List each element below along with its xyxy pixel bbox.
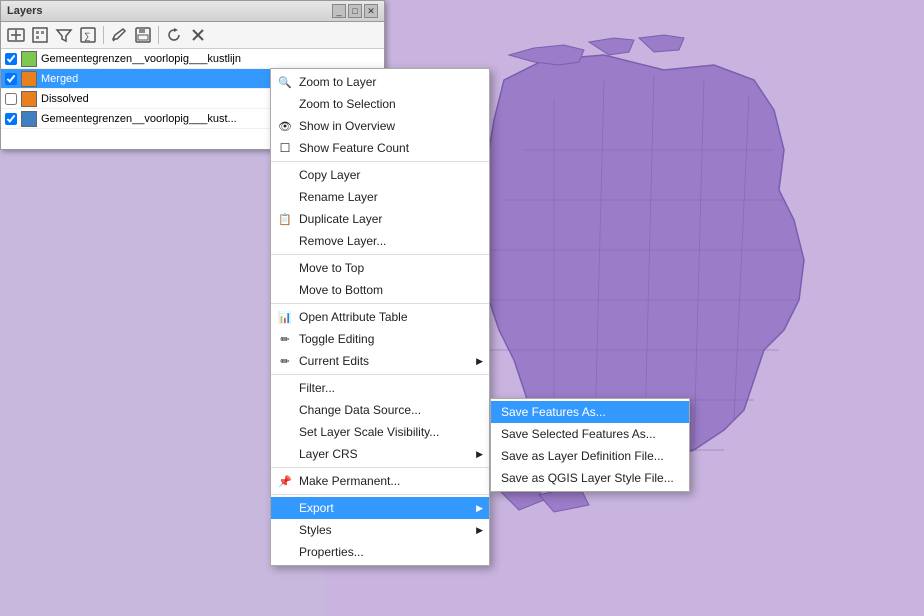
export-submenu: Save Features As... Save Selected Featur… (490, 398, 690, 492)
layers-title-bar: Layers _ □ ✕ (1, 1, 384, 22)
close-button[interactable]: ✕ (364, 4, 378, 18)
layer-crs-item[interactable]: Layer CRS (271, 443, 489, 465)
change-data-source-label: Change Data Source... (299, 403, 421, 417)
layer-visibility-checkbox[interactable] (5, 93, 17, 105)
show-overview-label: Show in Overview (299, 119, 395, 133)
remove-layer-label: Remove Layer... (299, 234, 386, 248)
zoom-to-layer-item[interactable]: 🔍 Zoom to Layer (271, 71, 489, 93)
show-feature-count-item[interactable]: ☐ Show Feature Count (271, 137, 489, 159)
layers-title: Layers (7, 5, 42, 17)
layer-color-icon (21, 71, 37, 87)
zoom-icon: 🔍 (277, 74, 293, 90)
layer-crs-label: Layer CRS (299, 447, 358, 461)
properties-item[interactable]: Properties... (271, 541, 489, 563)
show-feature-count-label: Show Feature Count (299, 141, 409, 155)
restore-button[interactable]: □ (348, 4, 362, 18)
overview-icon: 👁 (277, 118, 293, 134)
layer-filter-button[interactable] (53, 24, 75, 46)
layer-name: Gemeentegrenzen__voorlopig___kust... (41, 113, 237, 125)
styles-item[interactable]: Styles (271, 519, 489, 541)
set-layer-scale-label: Set Layer Scale Visibility... (299, 425, 439, 439)
layer-color-icon (21, 111, 37, 127)
export-item[interactable]: Export (271, 497, 489, 519)
add-raster-layer-button[interactable] (29, 24, 51, 46)
layer-name: Dissolved (41, 93, 89, 105)
filter-item[interactable]: Filter... (271, 377, 489, 399)
move-to-bottom-item[interactable]: Move to Bottom (271, 279, 489, 301)
open-field-calculator-button[interactable]: ∑ (77, 24, 99, 46)
layer-color-icon (21, 51, 37, 67)
save-layer-definition-item[interactable]: Save as Layer Definition File... (491, 445, 689, 467)
context-menu: 🔍 Zoom to Layer Zoom to Selection 👁 Show… (270, 68, 490, 566)
menu-separator-5 (271, 467, 489, 468)
layer-visibility-checkbox[interactable] (5, 113, 17, 125)
copy-layer-label: Copy Layer (299, 168, 360, 182)
remove-layer-toolbar-button[interactable] (187, 24, 209, 46)
table-icon: 📊 (277, 309, 293, 325)
show-overview-item[interactable]: 👁 Show in Overview (271, 115, 489, 137)
duplicate-layer-label: Duplicate Layer (299, 212, 382, 226)
feature-count-checkbox: ☐ (277, 140, 293, 156)
current-edits-icon: ✏ (277, 353, 293, 369)
refresh-button[interactable] (163, 24, 185, 46)
edit-icon: ✏ (277, 331, 293, 347)
save-selected-features-as-label: Save Selected Features As... (501, 427, 656, 441)
current-edits-label: Current Edits (299, 354, 369, 368)
styles-label: Styles (299, 523, 332, 537)
layer-name: Merged (41, 73, 78, 85)
open-attribute-table-item[interactable]: 📊 Open Attribute Table (271, 306, 489, 328)
move-to-top-item[interactable]: Move to Top (271, 257, 489, 279)
save-features-as-label: Save Features As... (501, 405, 606, 419)
layer-item[interactable]: Gemeentegrenzen__voorlopig___kustlijn (1, 49, 384, 69)
add-vector-layer-button[interactable] (5, 24, 27, 46)
toggle-editing-label: Toggle Editing (299, 332, 374, 346)
rename-layer-item[interactable]: Rename Layer (271, 186, 489, 208)
zoom-to-selection-item[interactable]: Zoom to Selection (271, 93, 489, 115)
toolbar-sep-2 (158, 26, 159, 44)
open-attribute-table-label: Open Attribute Table (299, 310, 408, 324)
permanent-icon: 📌 (277, 473, 293, 489)
save-selected-features-as-item[interactable]: Save Selected Features As... (491, 423, 689, 445)
properties-label: Properties... (299, 545, 364, 559)
menu-separator-4 (271, 374, 489, 375)
save-all-button[interactable] (132, 24, 154, 46)
filter-label: Filter... (299, 381, 335, 395)
toolbar-sep-1 (103, 26, 104, 44)
title-buttons: _ □ ✕ (332, 4, 378, 18)
zoom-to-layer-label: Zoom to Layer (299, 75, 376, 89)
menu-separator-6 (271, 494, 489, 495)
make-permanent-item[interactable]: 📌 Make Permanent... (271, 470, 489, 492)
minimize-button[interactable]: _ (332, 4, 346, 18)
remove-layer-item[interactable]: Remove Layer... (271, 230, 489, 252)
layer-name: Gemeentegrenzen__voorlopig___kustlijn (41, 53, 241, 65)
move-to-bottom-label: Move to Bottom (299, 283, 383, 297)
save-features-as-item[interactable]: Save Features As... (491, 401, 689, 423)
svg-text:∑: ∑ (84, 31, 90, 41)
zoom-to-selection-label: Zoom to Selection (299, 97, 396, 111)
current-edits-item[interactable]: ✏ Current Edits (271, 350, 489, 372)
make-permanent-label: Make Permanent... (299, 474, 400, 488)
save-qgis-layer-style-label: Save as QGIS Layer Style File... (501, 471, 674, 485)
change-data-source-item[interactable]: Change Data Source... (271, 399, 489, 421)
rename-layer-label: Rename Layer (299, 190, 378, 204)
toggle-editing-button[interactable] (108, 24, 130, 46)
layer-visibility-checkbox[interactable] (5, 73, 17, 85)
set-layer-scale-item[interactable]: Set Layer Scale Visibility... (271, 421, 489, 443)
menu-separator-3 (271, 303, 489, 304)
layer-visibility-checkbox[interactable] (5, 53, 17, 65)
duplicate-layer-item[interactable]: 📋 Duplicate Layer (271, 208, 489, 230)
duplicate-icon: 📋 (277, 211, 293, 227)
export-label: Export (299, 501, 334, 515)
menu-separator-2 (271, 254, 489, 255)
layers-toolbar: ∑ (1, 22, 384, 49)
menu-separator-1 (271, 161, 489, 162)
move-to-top-label: Move to Top (299, 261, 364, 275)
layer-color-icon (21, 91, 37, 107)
toggle-editing-item[interactable]: ✏ Toggle Editing (271, 328, 489, 350)
copy-layer-item[interactable]: Copy Layer (271, 164, 489, 186)
save-qgis-layer-style-item[interactable]: Save as QGIS Layer Style File... (491, 467, 689, 489)
save-layer-definition-label: Save as Layer Definition File... (501, 449, 664, 463)
